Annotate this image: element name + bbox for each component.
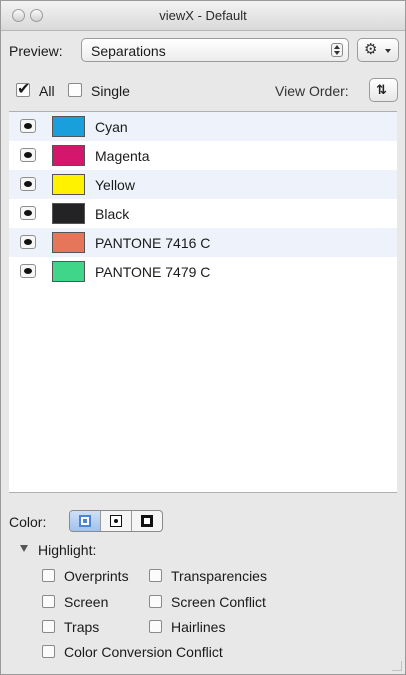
hairlines-checkbox[interactable] [149,620,162,633]
separation-name: Cyan [95,119,128,135]
preview-select-value: Separations [91,43,166,59]
screen-conflict-label: Screen Conflict [171,594,266,610]
select-stepper-icon [331,43,343,57]
list-item[interactable]: PANTONE 7416 C [9,228,397,257]
list-item[interactable]: Yellow [9,170,397,199]
color-swatch [52,174,85,195]
view-order-button[interactable]: ⇅ [369,78,398,102]
color-swatch [52,203,85,224]
list-item[interactable]: Black [9,199,397,228]
preview-label: Preview: [9,43,63,59]
resize-grip-icon[interactable] [392,661,402,671]
filter-row: ✔ All Single View Order: ⇅ [1,71,405,111]
transparencies-checkbox[interactable] [149,569,162,582]
eye-icon[interactable] [20,235,36,249]
checkmark-icon: ✔ [17,81,31,98]
gear-icon: ⚙ [364,41,378,58]
screen-label: Screen [64,594,109,610]
single-checkbox[interactable] [68,83,82,97]
sort-order-icon: ⇅ [376,82,387,97]
color-mode-full-icon [79,515,91,527]
separation-name: Magenta [95,148,150,164]
separation-name: PANTONE 7479 C [95,264,211,280]
color-swatch [52,116,85,137]
color-mode-full-button[interactable] [70,511,101,531]
color-mode-inverse-icon [141,515,153,527]
eye-icon[interactable] [20,148,36,162]
color-mode-outline-icon [110,515,122,527]
list-item[interactable]: Magenta [9,141,397,170]
eye-icon[interactable] [20,264,36,278]
single-label: Single [91,83,130,99]
title-bar[interactable]: viewX - Default [1,1,405,31]
separation-name: Yellow [95,177,135,193]
separations-list[interactable]: Cyan Magenta Yellow Black PANTONE 7416 C… [9,111,397,493]
color-mode-segmented-control[interactable] [69,510,163,532]
traps-checkbox[interactable] [42,620,55,633]
chevron-down-icon [385,49,391,53]
all-checkbox[interactable]: ✔ [16,81,30,98]
hairlines-label: Hairlines [171,619,226,635]
color-swatch [52,232,85,253]
eye-icon[interactable] [20,206,36,220]
color-conversion-conflict-checkbox[interactable] [42,645,55,658]
color-swatch [52,261,85,282]
highlight-label: Highlight: [38,542,97,558]
separation-name: Black [95,206,130,222]
all-label: All [39,83,55,99]
view-order-label: View Order: [275,83,349,99]
transparencies-label: Transparencies [171,568,267,584]
color-conversion-conflict-label: Color Conversion Conflict [64,644,223,660]
preview-select[interactable]: Separations [81,38,349,62]
separation-name: PANTONE 7416 C [95,235,211,251]
color-mode-outline-button[interactable] [101,511,132,531]
color-mode-inverse-button[interactable] [132,511,162,531]
preview-toolbar: Preview: Separations ⚙ [1,31,405,71]
list-item[interactable]: PANTONE 7479 C [9,257,397,286]
overprints-checkbox[interactable] [42,569,55,582]
screen-checkbox[interactable] [42,595,55,608]
screen-conflict-checkbox[interactable] [149,595,162,608]
color-swatch [52,145,85,166]
disclosure-triangle-icon[interactable] [20,545,28,552]
eye-icon[interactable] [20,177,36,191]
bottom-panel: Color: Highlight: Overprints Transparenc… [1,494,405,674]
viewx-window: viewX - Default Preview: Separations ⚙ ✔… [0,0,406,675]
color-label: Color: [9,514,47,530]
gear-menu-button[interactable]: ⚙ [357,38,399,62]
traps-label: Traps [64,619,100,635]
window-title: viewX - Default [159,8,247,23]
eye-icon[interactable] [20,119,36,133]
overprints-label: Overprints [64,568,129,584]
list-item[interactable]: Cyan [9,112,397,141]
